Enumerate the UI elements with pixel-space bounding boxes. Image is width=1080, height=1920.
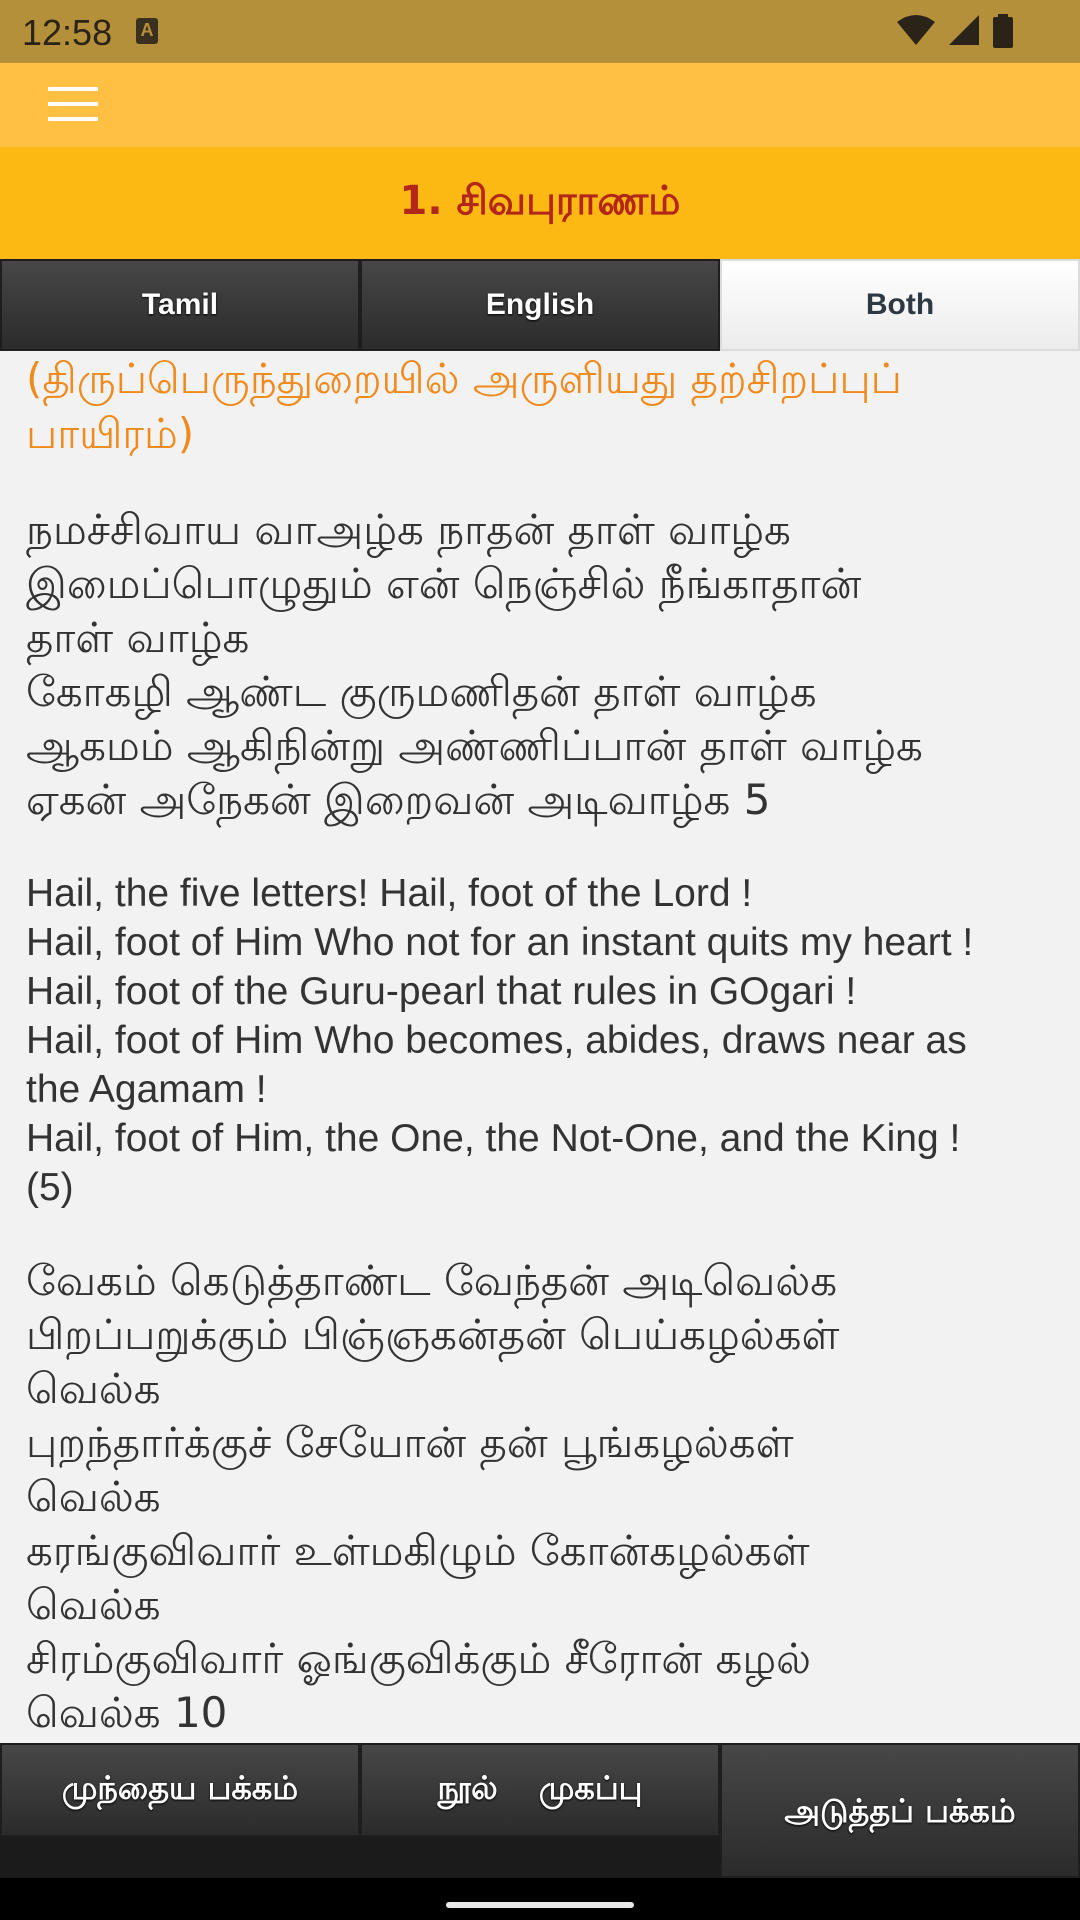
app-bar (0, 63, 1080, 147)
battery-icon (993, 14, 1013, 48)
verse-content[interactable]: (திருப்பெருந்துறையில் அருளியது தற்சிறப்ப… (0, 351, 1080, 1743)
tab-both[interactable]: Both (720, 259, 1080, 351)
home-gesture-handle[interactable] (446, 1902, 634, 1908)
translation-line: Hail, foot of Him, the One, the Not-One,… (26, 1117, 961, 1160)
title-bar: 1. சிவபுராணம் (0, 147, 1080, 259)
notification-a-icon: A (136, 18, 158, 44)
status-time: 12:58 (22, 12, 113, 53)
verse-line: வெல்க (26, 1364, 161, 1413)
translation-line: Hail, foot of Him Who not for an instant… (26, 921, 974, 964)
verse-line: சிரம்குவிவார் ஓங்குவிக்கும் சீரோன் கழல் (26, 1634, 811, 1683)
verse-line: கரங்குவிவார் உள்மகிழும் கோன்கழல்கள் (26, 1526, 810, 1575)
verse-line: வெல்க 10 (26, 1688, 228, 1737)
translation-line: Hail, the five letters! Hail, foot of th… (26, 872, 753, 915)
gesture-bar (0, 1878, 1080, 1920)
hamburger-menu-icon[interactable] (48, 87, 98, 123)
tab-tamil[interactable]: Tamil (0, 259, 360, 351)
next-page-button[interactable]: அடுத்தப் பக்கம் (720, 1743, 1080, 1878)
verse-line: புறந்தார்க்குச் சேயோன் தன் பூங்கழல்கள் (26, 1418, 794, 1467)
tab-english[interactable]: English (360, 259, 720, 351)
translation-line: Hail, foot of the Guru-pearl that rules … (26, 970, 857, 1013)
status-icons (890, 14, 1014, 48)
verse-line: வேகம் கெடுத்தாண்ட வேந்தன் அடிவெல்க (26, 1256, 838, 1305)
translation-line: (5) (26, 1166, 74, 1209)
verse-line: தாள் வாழ்க (26, 613, 250, 662)
previous-page-button[interactable]: முந்தைய பக்கம் (0, 1743, 360, 1837)
verse-line: நமச்சிவாய வாஅழ்க நாதன் தாள் வாழ்க (26, 505, 791, 554)
book-home-button[interactable]: நூல் முகப்பு (360, 1743, 720, 1837)
stanza-1-tamil: நமச்சிவாய வாஅழ்க நாதன் தாள் வாழ்க இமைப்ப… (26, 503, 1054, 827)
cell-signal-icon (948, 15, 979, 45)
stanza-1-english: Hail, the five letters! Hail, foot of th… (26, 869, 1054, 1212)
verse-line: வெல்க (26, 1472, 161, 1521)
verse-line: இமைப்பொழுதும் என் நெஞ்சில் நீங்காதான் (26, 559, 862, 608)
translation-line: the Agamam ! (26, 1068, 267, 1111)
verse-line: வெல்க (26, 1580, 161, 1629)
status-bar: 12:58 A (0, 0, 1080, 63)
verse-line: ஏகன் அநேகன் இறைவன் அடிவாழ்க 5 (26, 775, 771, 824)
verse-line: கோகழி ஆண்ட குருமணிதன் தாள் வாழ்க (26, 667, 817, 716)
verse-line: ஆகமம் ஆகிநின்று அண்ணிப்பான் தாள் வாழ்க (26, 721, 923, 770)
language-tabs: Tamil English Both (0, 259, 1080, 351)
bottom-nav: முந்தைய பக்கம் நூல் முகப்பு அடுத்தப் பக்… (0, 1743, 1080, 1878)
stanza-2-tamil: வேகம் கெடுத்தாண்ட வேந்தன் அடிவெல்க பிறப்… (26, 1254, 1054, 1740)
translation-line: Hail, foot of Him Who becomes, abides, d… (26, 1019, 967, 1062)
page-title: 1. சிவபுராணம் (399, 177, 681, 224)
wifi-icon (896, 15, 935, 45)
verse-subtitle: (திருப்பெருந்துறையில் அருளியது தற்சிறப்ப… (26, 354, 902, 458)
verse-line: பிறப்பறுக்கும் பிஞ்ஞகன்தன் பெய்கழல்கள் (26, 1310, 840, 1359)
